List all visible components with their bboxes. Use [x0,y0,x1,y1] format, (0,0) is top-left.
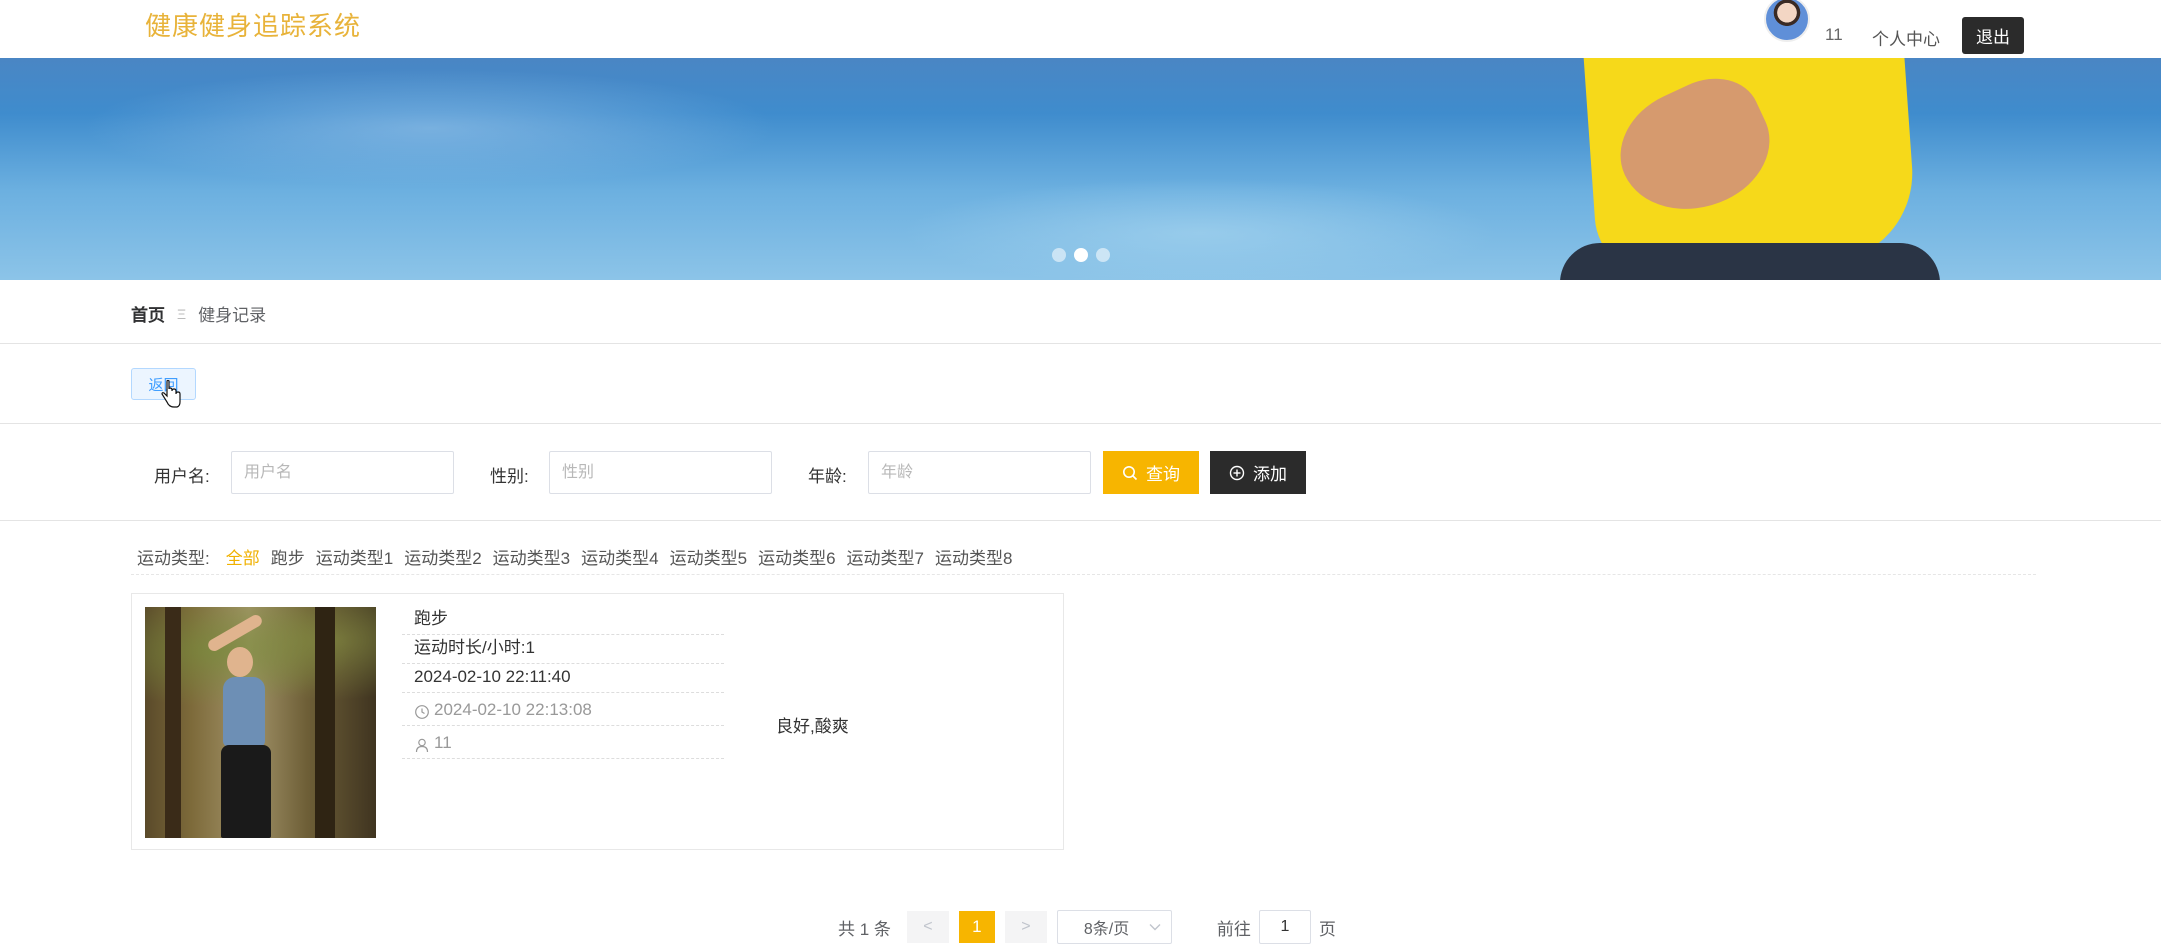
age-label: 年龄: [808,467,847,486]
age-input[interactable] [868,451,1091,494]
page-size-value: 8条/页 [1083,921,1130,938]
breadcrumb-current: 健身记录 [198,306,267,325]
category-item-all[interactable]: 全部 [226,544,260,569]
category-label: 运动类型: [137,549,210,568]
gender-label: 性别: [490,467,529,486]
record-image[interactable] [145,607,376,838]
user-icon [415,738,429,753]
category-item-type6[interactable]: 运动类型6 [758,544,835,569]
breadcrumb-separator: Ξ [177,305,187,322]
add-label: 添加 [1253,465,1287,484]
chevron-down-icon [1149,924,1161,931]
record-exercise-time: 2024-02-10 22:11:40 [402,664,724,693]
record-user: 11 [402,726,724,759]
user-text: 11 [434,733,452,752]
search-icon [1123,465,1138,480]
category-item-type8[interactable]: 运动类型8 [935,544,1012,569]
goto-label: 前往 [1216,919,1251,939]
username-label: 用户名: [154,467,210,486]
next-page-button[interactable]: > [1004,911,1047,943]
carousel-dot-3[interactable] [1096,248,1110,262]
logout-button[interactable]: 退出 [1962,17,2024,54]
personal-center-link[interactable]: 个人中心 [1872,25,1940,50]
query-label: 查询 [1146,465,1180,484]
page-size-select[interactable]: 8条/页 [1056,910,1172,944]
record-info: 跑步 运动时长/小时:1 2024-02-10 22:11:40 2024-02… [402,606,724,759]
category-item-type7[interactable]: 运动类型7 [847,544,924,569]
category-item-type3[interactable]: 运动类型3 [493,544,570,569]
record-remark: 良好,酸爽 [776,717,849,736]
created-time-text: 2024-02-10 22:13:08 [434,700,592,719]
page-number-1[interactable]: 1 [958,911,995,943]
record-created-time: 2024-02-10 22:13:08 [402,693,724,726]
dashed-divider [131,574,2036,575]
plus-circle-icon [1229,465,1245,480]
page-suffix: 页 [1318,919,1336,939]
prev-page-button[interactable]: < [906,911,949,943]
breadcrumb-home[interactable]: 首页 [131,301,165,326]
app-title: 健康健身追踪系统 [145,11,362,41]
gender-input[interactable] [549,451,772,494]
divider [0,423,2161,424]
breadcrumb: 首页 Ξ 健身记录 [131,301,266,326]
user-name: 11 [1825,25,1843,44]
add-button[interactable]: 添加 [1210,451,1306,494]
divider [0,520,2161,521]
pointer-cursor-icon [161,380,181,408]
top-header: 健康健身追踪系统 11 个人中心 退出 [0,0,2161,58]
record-duration: 运动时长/小时:1 [402,635,724,664]
carousel-indicators [1052,248,1110,262]
query-button[interactable]: 查询 [1103,451,1199,494]
category-item-type5[interactable]: 运动类型5 [670,544,747,569]
record-type: 跑步 [402,606,724,635]
username-input[interactable] [231,451,454,494]
category-item-type1[interactable]: 运动类型1 [316,544,393,569]
clock-icon [415,705,429,719]
category-filter: 运动类型: 全部 跑步 运动类型1 运动类型2 运动类型3 运动类型4 运动类型… [137,544,1023,569]
divider [0,343,2161,344]
record-card[interactable]: 跑步 运动时长/小时:1 2024-02-10 22:11:40 2024-02… [131,593,1064,850]
category-item-type2[interactable]: 运动类型2 [404,544,481,569]
goto-page-input[interactable] [1258,910,1311,944]
avatar[interactable] [1764,0,1810,42]
category-item-running[interactable]: 跑步 [271,544,305,569]
carousel-dot-1[interactable] [1052,248,1066,262]
carousel-dot-2[interactable] [1074,248,1088,262]
banner-carousel [0,58,2161,280]
category-item-type4[interactable]: 运动类型4 [581,544,658,569]
pagination: 共 1 条 < 1 > 8条/页 前往 页 [838,910,1336,944]
total-count: 共 1 条 [838,919,891,939]
